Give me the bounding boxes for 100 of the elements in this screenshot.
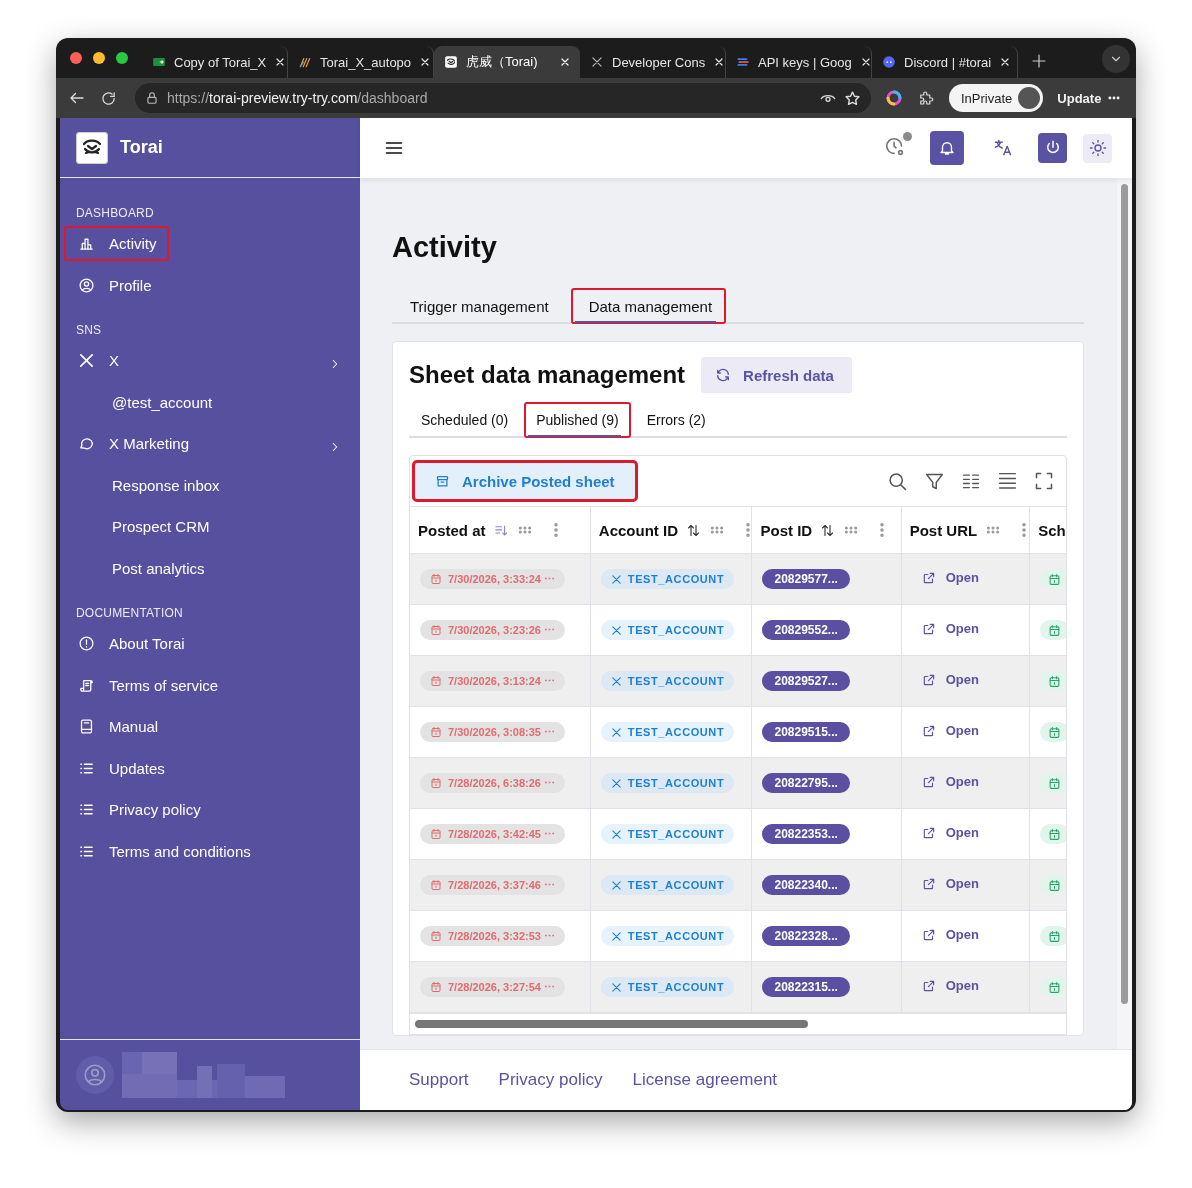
archive-button[interactable]: Archive Posted sheet [412, 460, 638, 502]
scrollbar-thumb[interactable] [415, 1020, 808, 1028]
bell-icon [938, 139, 956, 157]
sidebar-item[interactable]: @test_account [64, 384, 225, 420]
sidebar-item[interactable]: Activity [64, 226, 169, 261]
address-field[interactable]: https://torai-preview.try-try.com/dashboard [135, 83, 871, 113]
open-link[interactable]: Open [921, 876, 979, 892]
open-link[interactable]: Open [921, 570, 979, 586]
sidebar-item[interactable]: Terms of service [64, 667, 231, 703]
x-logo-icon [610, 573, 622, 585]
browser-tab[interactable]: 虎威（Torai) [434, 46, 580, 78]
post-id-tag: 20822315... [762, 977, 850, 997]
x-logo-icon [610, 930, 622, 942]
scrollbar-thumb[interactable] [1121, 184, 1128, 1004]
column-header[interactable]: Sch [1029, 506, 1066, 554]
tab[interactable]: Data management [570, 288, 727, 324]
column-header[interactable]: Post URL [901, 506, 1030, 554]
date-tag: 7/30/2026, 3:13:24 ⋯ [420, 671, 566, 691]
column-header[interactable]: Account ID [590, 506, 752, 554]
open-link[interactable]: Open [921, 723, 979, 739]
sidebar-item[interactable]: Manual [64, 709, 171, 744]
sidebar-item[interactable]: About Torai [64, 626, 197, 661]
sidebar-item[interactable]: X Marketing [64, 426, 202, 461]
calendar-icon [1048, 674, 1062, 688]
account-tag: TEST_ACCOUNT [600, 926, 735, 946]
color-ring-icon[interactable] [885, 89, 903, 107]
account-tag: TEST_ACCOUNT [600, 620, 735, 640]
post-id-tag: 20829527... [762, 671, 850, 691]
density-icon[interactable] [997, 470, 1018, 492]
footer-link[interactable]: Support [409, 1070, 469, 1090]
tab[interactable]: Published (9) [524, 402, 631, 438]
column-header[interactable]: Posted at [410, 506, 591, 554]
user-avatar[interactable] [76, 1056, 114, 1094]
url-text: https://torai-preview.try-try.com/dashboard [167, 90, 428, 106]
calendar-icon [430, 930, 442, 942]
zoom-window-button[interactable] [116, 52, 128, 64]
account-tag: TEST_ACCOUNT [600, 875, 735, 895]
calendar-icon [1048, 878, 1062, 892]
close-window-button[interactable] [70, 52, 82, 64]
footer-link[interactable]: License agreement [632, 1070, 778, 1090]
info-icon [78, 635, 95, 652]
tab[interactable]: Scheduled (0) [409, 402, 521, 438]
update-button[interactable]: Update [1057, 90, 1122, 106]
sidebar-item[interactable]: Privacy policy [64, 792, 213, 827]
sort-icon[interactable] [686, 522, 701, 538]
sidebar-item[interactable]: Response inbox [64, 467, 232, 503]
sidebar-item[interactable]: Profile [64, 267, 164, 303]
tab-favicon-icon [590, 55, 604, 69]
refresh-icon [715, 367, 732, 383]
logout-button[interactable] [1038, 133, 1067, 163]
date-tag: 7/30/2026, 3:33:24 ⋯ [420, 569, 566, 589]
sidebar-item[interactable]: Updates [64, 750, 177, 786]
footer-link[interactable]: Privacy policy [498, 1070, 603, 1090]
calendar-icon [430, 879, 442, 891]
sidebar-item[interactable]: Terms and conditions [64, 833, 263, 869]
account-tag: TEST_ACCOUNT [600, 722, 735, 742]
open-link[interactable]: Open [921, 927, 979, 943]
open-link[interactable]: Open [921, 978, 979, 994]
sidebar-item[interactable]: Prospect CRM [64, 509, 222, 544]
calendar-icon [1048, 980, 1062, 994]
external-link-icon [921, 672, 936, 687]
puzzle-icon[interactable] [917, 89, 935, 107]
theme-button[interactable] [1083, 133, 1112, 163]
page-title: Activity [392, 230, 497, 264]
x-logo-icon [78, 352, 95, 369]
reload-icon[interactable] [100, 89, 117, 107]
open-link[interactable]: Open [921, 672, 979, 688]
x-logo-icon [610, 726, 622, 738]
avatar-icon [1018, 87, 1041, 109]
open-link[interactable]: Open [921, 621, 979, 637]
profile-button[interactable]: InPrivate [949, 84, 1044, 112]
card-title: Sheet data management [409, 361, 686, 389]
clock-settings-icon [884, 136, 906, 158]
column-header[interactable]: Post ID [751, 506, 902, 554]
star-icon[interactable] [844, 89, 861, 107]
scrollbar[interactable] [1117, 178, 1132, 1049]
tab[interactable]: Errors (2) [634, 402, 718, 438]
calendar-icon [430, 675, 442, 687]
calendar-icon [430, 726, 442, 738]
open-link[interactable]: Open [921, 774, 979, 790]
notifications-button[interactable] [930, 131, 964, 165]
date-tag: 7/28/2026, 3:42:45 ⋯ [420, 824, 566, 844]
brand-name: Torai [120, 137, 163, 158]
search-icon[interactable] [887, 470, 908, 492]
refresh-button[interactable]: Refresh data [701, 357, 852, 393]
external-link-icon [921, 927, 936, 942]
close-icon[interactable] [559, 56, 571, 68]
fullscreen-icon[interactable] [1034, 471, 1054, 491]
sidebar-item[interactable]: X [64, 343, 131, 378]
sidebar-item[interactable]: Post analytics [64, 550, 217, 586]
tab-favicon-icon [152, 55, 166, 69]
calendar-icon [430, 624, 442, 636]
tab[interactable]: Trigger management [392, 288, 563, 324]
section-heading: DASHBOARD [75, 206, 155, 220]
sort-icon[interactable] [820, 522, 836, 538]
new-tab-icon[interactable] [1030, 52, 1048, 70]
minimize-window-button[interactable] [93, 52, 105, 64]
post-id-tag: 20829552... [762, 620, 850, 640]
lock-icon [145, 91, 159, 105]
open-link[interactable]: Open [921, 825, 979, 841]
